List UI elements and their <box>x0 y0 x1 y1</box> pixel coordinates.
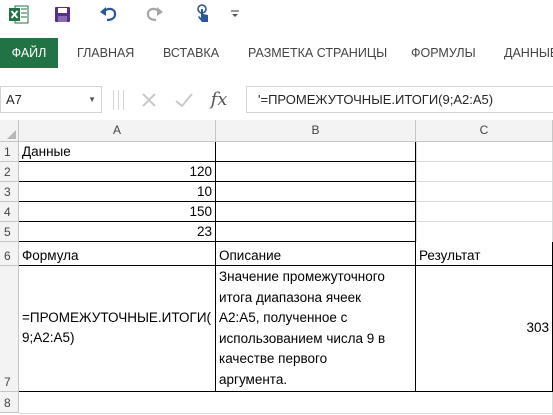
undo-icon[interactable] <box>98 3 120 25</box>
cancel-entry-icon[interactable] <box>136 88 162 111</box>
formula-bar-divider <box>113 90 114 110</box>
tab-page-layout[interactable]: РАЗМЕТКА СТРАНИЦЫ <box>248 38 387 68</box>
gridline <box>19 413 553 414</box>
row-header-8[interactable]: 8 <box>0 392 19 413</box>
cell-c6[interactable]: Результат <box>416 242 552 265</box>
formula-bar-divider <box>118 90 119 110</box>
name-box[interactable]: A7 ▼ <box>0 86 102 113</box>
cell-a6[interactable]: Формула <box>19 242 215 265</box>
gridline <box>416 142 417 242</box>
column-header-c[interactable]: C <box>416 120 553 142</box>
cell-border <box>19 391 553 392</box>
row-header-6[interactable]: 6 <box>0 242 19 266</box>
confirm-entry-icon[interactable] <box>171 88 197 111</box>
formula-bar: A7 ▼ fx '=ПРОМЕЖУТОЧНЫЕ.ИТОГИ(9;A2:A5) <box>0 86 553 113</box>
name-box-dropdown-icon[interactable]: ▼ <box>88 87 96 112</box>
tab-home[interactable]: ГЛАВНАЯ <box>77 38 134 68</box>
cell-a4[interactable]: 150 <box>19 202 215 221</box>
tab-insert[interactable]: ВСТАВКА <box>163 38 219 68</box>
tab-formulas[interactable]: ФОРМУЛЫ <box>411 38 476 68</box>
row-header-4[interactable]: 4 <box>0 202 19 222</box>
row-header-3[interactable]: 3 <box>0 182 19 202</box>
worksheet-grid: A B C 1 2 3 4 5 6 7 8 Данные 120 10 150 … <box>0 120 553 415</box>
select-all-corner[interactable] <box>0 120 19 142</box>
ribbon-tabs: ФАЙЛ ГЛАВНАЯ ВСТАВКА РАЗМЕТКА СТРАНИЦЫ Ф… <box>0 38 553 68</box>
row-header-5[interactable]: 5 <box>0 222 19 242</box>
formula-bar-divider <box>123 90 124 110</box>
cell-a1[interactable]: Данные <box>19 142 215 161</box>
gridline <box>416 161 553 162</box>
cell-a3[interactable]: 10 <box>19 182 215 201</box>
column-header-a[interactable]: A <box>19 120 216 142</box>
name-box-value: A7 <box>6 92 22 107</box>
excel-logo-icon <box>7 3 31 25</box>
gridline <box>416 221 553 222</box>
formula-input[interactable]: '=ПРОМЕЖУТОЧНЫЕ.ИТОГИ(9;A2:A5) <box>246 86 553 113</box>
cell-c7[interactable]: 303 <box>416 266 552 391</box>
row-header-2[interactable]: 2 <box>0 162 19 182</box>
row-header-1[interactable]: 1 <box>0 142 19 162</box>
insert-function-button[interactable]: fx <box>205 88 233 111</box>
tab-file[interactable]: ФАЙЛ <box>0 38 58 68</box>
save-icon[interactable] <box>52 3 72 25</box>
row-header-7[interactable]: 7 <box>0 266 19 392</box>
cell-a2[interactable]: 120 <box>19 162 215 181</box>
cell-b6[interactable]: Описание <box>216 242 415 265</box>
cell-a5[interactable]: 23 <box>19 222 215 241</box>
gridline <box>416 181 553 182</box>
column-header-b[interactable]: B <box>216 120 416 142</box>
cell-b7[interactable]: Значение промежуточного итога диапазона … <box>216 266 415 391</box>
tab-data[interactable]: ДАННЫЕ <box>504 38 553 68</box>
customize-toolbar-icon[interactable] <box>227 3 243 25</box>
cell-a7[interactable]: =ПРОМЕЖУТОЧНЫЕ.ИТОГИ( 9;A2:A5) <box>19 266 215 391</box>
quick-access-toolbar <box>0 0 553 28</box>
touch-mode-icon[interactable] <box>192 3 214 25</box>
redo-icon[interactable] <box>143 3 165 25</box>
gridline <box>416 201 553 202</box>
